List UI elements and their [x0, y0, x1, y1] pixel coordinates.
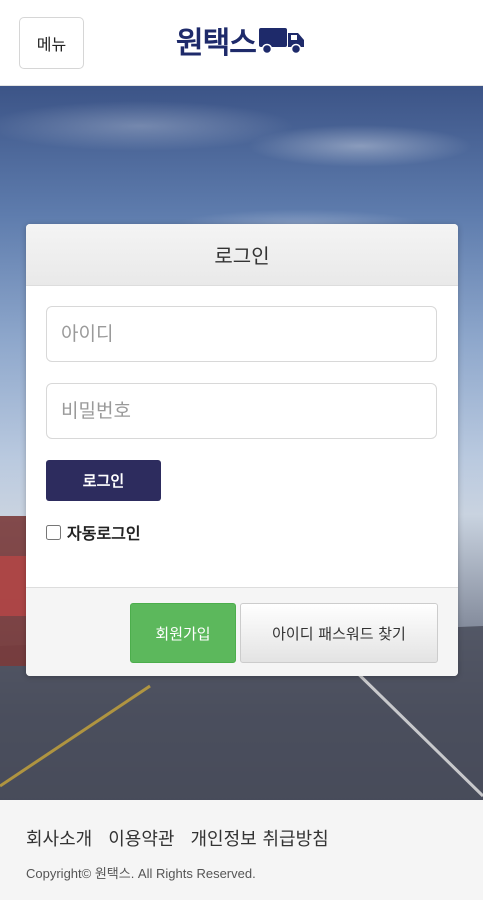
site-footer: 회사소개 이용약관 개인정보 취급방침 Copyright© 원택스. All … [0, 800, 483, 900]
join-button[interactable]: 회원가입 [130, 603, 236, 663]
autologin-option[interactable]: 자동로그인 [46, 520, 141, 544]
find-id-password-button[interactable]: 아이디 패스워드 찾기 [240, 603, 438, 663]
footer-link-privacy[interactable]: 개인정보 취급방침 [191, 825, 329, 851]
footer-link-company[interactable]: 회사소개 [26, 825, 92, 851]
logo-text: 원택스 [176, 26, 257, 61]
login-card-footer: 회원가입 아이디 패스워드 찾기 [26, 587, 458, 676]
autologin-checkbox[interactable] [46, 524, 61, 540]
site-header: 메뉴 원택스 [0, 0, 483, 86]
site-logo[interactable]: 원택스 [176, 20, 306, 61]
menu-button[interactable]: 메뉴 [19, 17, 84, 69]
truck-icon [258, 28, 304, 55]
hero-background: 로그인 로그인 자동로그인 회원가입 아이디 패스워드 찾기 [0, 86, 483, 800]
autologin-label: 자동로그인 [67, 524, 141, 543]
userid-input[interactable] [46, 306, 437, 362]
copyright-text: Copyright© 원택스. All Rights Reserved. [26, 866, 256, 881]
login-button[interactable]: 로그인 [46, 460, 161, 501]
login-title: 로그인 [26, 224, 458, 286]
footer-link-terms[interactable]: 이용약관 [108, 825, 174, 851]
login-card: 로그인 로그인 자동로그인 회원가입 아이디 패스워드 찾기 [26, 224, 458, 676]
footer-links: 회사소개 이용약관 개인정보 취급방침 [26, 825, 329, 851]
password-input[interactable] [46, 383, 437, 439]
